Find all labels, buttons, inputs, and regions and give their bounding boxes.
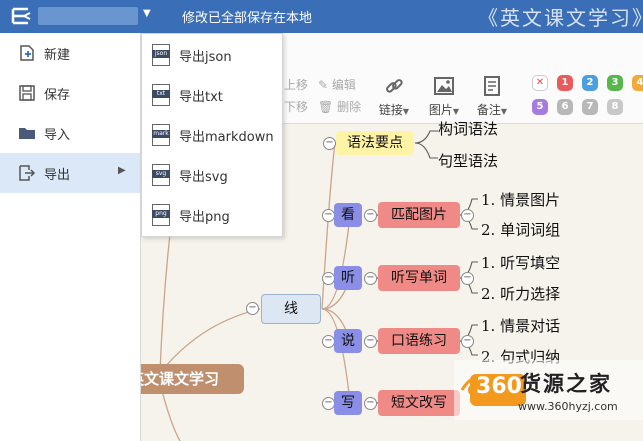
clear-priority-icon[interactable]: ✕ — [532, 75, 548, 91]
priority-8-button[interactable]: 8 — [607, 99, 623, 115]
note-button[interactable]: 备注▼ — [472, 75, 512, 118]
watermark-url: www.360hyzj.com — [518, 400, 618, 413]
priority-2-button[interactable]: 2 — [582, 75, 598, 91]
menu-item-save[interactable]: 保存 — [0, 73, 140, 113]
image-icon — [434, 77, 454, 95]
collapse-toggle[interactable]: − — [364, 335, 377, 348]
menu-item-import[interactable]: 导入 — [0, 113, 140, 153]
svg-file-icon: svg — [152, 164, 170, 186]
branch-topic[interactable]: 口语练习 — [378, 328, 460, 354]
collapse-toggle[interactable]: − — [246, 302, 259, 315]
priority-1-button[interactable]: 1 — [557, 75, 573, 91]
collapse-toggle[interactable]: − — [364, 209, 377, 222]
branch-topic[interactable]: 短文改写 — [378, 390, 460, 416]
trash-icon: 🗑 — [318, 100, 334, 114]
image-button[interactable]: 图片▼ — [424, 75, 464, 118]
file-menu: 新建 保存 导入 导出 ▶ — [0, 33, 141, 441]
collapse-toggle[interactable]: − — [364, 272, 377, 285]
priority-3-button[interactable]: 3 — [607, 75, 623, 91]
chevron-right-icon: ▶ — [118, 165, 126, 176]
edit-icon: ✎ — [318, 78, 329, 92]
delete-button[interactable]: 🗑 删除 — [318, 98, 361, 115]
branch-tag[interactable]: 听 — [334, 266, 362, 290]
branch-leaf[interactable]: 1. 听写填空 — [481, 252, 560, 273]
edit-button[interactable]: ✎ 编辑 — [318, 76, 356, 93]
priority-5-button[interactable]: 5 — [532, 99, 548, 115]
file-name-field[interactable] — [38, 7, 138, 25]
file-menu-caret-icon[interactable]: ▼ — [143, 8, 151, 19]
export-icon — [19, 165, 36, 181]
priority-7-button[interactable]: 7 — [582, 99, 598, 115]
export-json-item[interactable]: json 导出json — [142, 35, 282, 75]
link-button[interactable]: 链接▼ — [374, 75, 414, 118]
collapse-toggle[interactable]: − — [461, 335, 474, 348]
branch-tag[interactable]: 写 — [334, 391, 362, 415]
branch-leaf[interactable]: 2. 单词词组 — [481, 219, 560, 240]
branch-leaf[interactable]: 1. 情景对话 — [481, 315, 560, 336]
folder-icon — [19, 128, 35, 139]
branch-topic[interactable]: 匹配图片 — [378, 202, 460, 228]
grammar-leaf[interactable]: 句型语法 — [438, 150, 498, 171]
txt-file-icon: txt — [152, 84, 170, 106]
watermark: 360 货源之家 www.360hyzj.com — [454, 360, 643, 420]
png-file-icon: png — [152, 204, 170, 226]
note-icon — [484, 76, 500, 96]
branch-topic[interactable]: 听写单词 — [378, 265, 460, 291]
new-file-icon — [20, 45, 34, 61]
center-topic[interactable]: 线 — [261, 294, 321, 324]
save-icon — [19, 85, 35, 101]
export-svg-item[interactable]: svg 导出svg — [142, 155, 282, 195]
watermark-number: 360 — [476, 374, 522, 399]
grammar-leaf[interactable]: 构词语法 — [438, 118, 498, 139]
move-up-button[interactable]: 上移 — [284, 76, 308, 93]
link-icon — [386, 79, 403, 93]
app-logo-icon[interactable] — [10, 5, 34, 27]
markdown-file-icon: mark — [152, 124, 170, 146]
document-title: 《英文课文学习》 — [478, 6, 643, 30]
json-file-icon: json — [152, 44, 170, 66]
export-markdown-item[interactable]: mark 导出markdown — [142, 115, 282, 155]
branch-leaf[interactable]: 2. 听力选择 — [481, 283, 560, 304]
branch-leaf[interactable]: 1. 情景图片 — [481, 189, 560, 210]
branch-tag[interactable]: 看 — [334, 203, 362, 227]
export-txt-item[interactable]: txt 导出txt — [142, 75, 282, 115]
collapse-toggle[interactable]: − — [461, 272, 474, 285]
top-bar: ▼ 修改已全部保存在本地 《英文课文学习》 — [0, 0, 643, 33]
export-png-item[interactable]: png 导出png — [142, 195, 282, 235]
export-submenu: json 导出json txt 导出txt mark 导出markdown sv… — [141, 33, 283, 237]
save-status: 修改已全部保存在本地 — [182, 11, 313, 26]
collapse-toggle[interactable]: − — [364, 397, 377, 410]
branch-tag[interactable]: 说 — [334, 329, 362, 353]
watermark-brand: 货源之家 — [520, 372, 612, 396]
collapse-toggle[interactable]: − — [461, 209, 474, 222]
move-down-button[interactable]: 下移 — [284, 98, 308, 115]
grammar-topic[interactable]: 语法要点 — [336, 131, 414, 155]
menu-item-new[interactable]: 新建 — [0, 33, 140, 73]
priority-6-button[interactable]: 6 — [557, 99, 573, 115]
collapse-toggle[interactable]: − — [323, 137, 336, 150]
priority-4-button[interactable]: 4 — [632, 75, 643, 91]
menu-item-export[interactable]: 导出 ▶ — [0, 153, 140, 193]
